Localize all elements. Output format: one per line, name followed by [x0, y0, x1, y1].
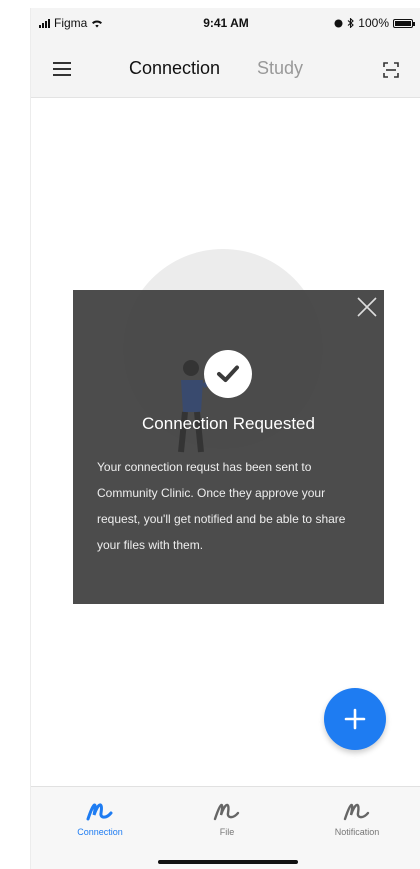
add-button[interactable]	[324, 688, 386, 750]
modal-message: Your connection requst has been sent to …	[97, 460, 346, 552]
scan-icon[interactable]	[383, 62, 399, 78]
battery-percent: 100%	[358, 16, 389, 30]
bluetooth-icon	[347, 18, 355, 28]
connection-icon	[86, 803, 113, 821]
phone-screen: Figma 9:41 AM 100% Connection Study Conn…	[30, 8, 420, 869]
nav-item-connection[interactable]: Connection	[45, 797, 155, 837]
nav-label-connection: Connection	[77, 827, 123, 837]
menu-icon[interactable]	[53, 62, 71, 76]
tab-study[interactable]: Study	[257, 58, 303, 79]
check-icon	[204, 350, 252, 398]
app-header: Connection Study	[31, 38, 420, 98]
battery-icon	[393, 18, 415, 28]
file-icon	[213, 803, 240, 821]
alarm-icon	[334, 19, 343, 27]
modal-title: Connection Requested	[142, 414, 315, 433]
plus-icon	[344, 708, 366, 730]
connection-requested-modal: Connection Requested Your connection req…	[73, 290, 384, 604]
bottom-nav: Connection File Notification	[31, 786, 420, 869]
close-icon[interactable]	[356, 296, 378, 318]
home-indicator	[158, 860, 298, 864]
nav-label-file: File	[219, 827, 235, 837]
nav-item-notification[interactable]: Notification	[302, 797, 412, 837]
nav-label-notification: Notification	[334, 827, 380, 837]
notification-icon	[343, 803, 370, 821]
status-right: 100%	[334, 16, 415, 30]
status-bar: Figma 9:41 AM 100%	[31, 8, 420, 38]
tab-connection[interactable]: Connection	[129, 58, 220, 79]
nav-item-file[interactable]: File	[172, 797, 282, 837]
